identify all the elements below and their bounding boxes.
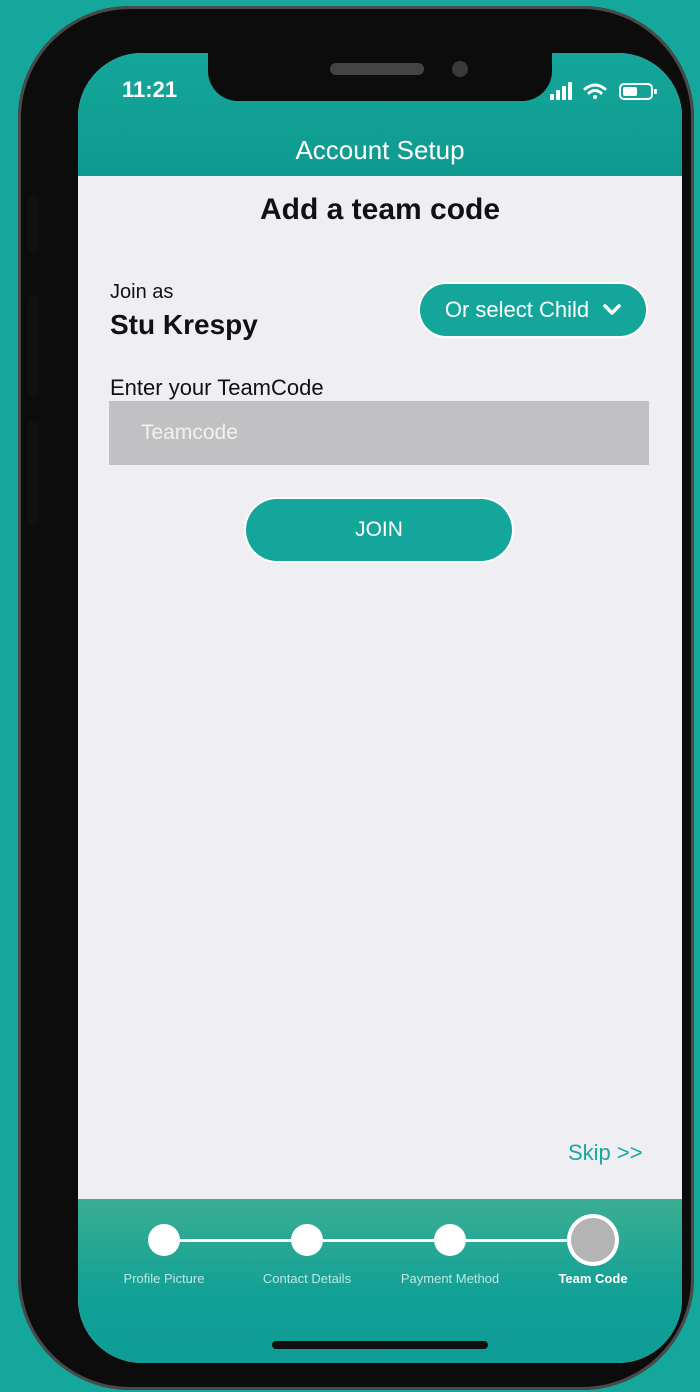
mute-switch [27,196,39,252]
screen: 11:21 Account Setup Add a team code Join… [78,53,682,1363]
join-as-label: Join as [110,281,174,303]
page-title: Add a team code [259,193,501,226]
status-time: 11:21 [122,77,178,102]
wifi-icon [583,83,607,99]
progress-stepper: Profile Picture Contact Details Payment … [78,1199,682,1363]
volume-down-button [27,421,39,525]
step-dot-team-code[interactable] [571,1218,615,1262]
speaker-grille [330,63,424,75]
step-label-profile-picture: Profile Picture [123,1271,205,1286]
battery-icon [619,83,657,100]
teamcode-label: Enter your TeamCode [110,375,324,400]
select-child-label: Or select Child [444,297,590,322]
notch [208,53,552,101]
chevron-down-icon [603,304,621,315]
step-dot-contact-details[interactable] [291,1224,323,1256]
step-label-contact-details: Contact Details [262,1271,352,1286]
select-child-dropdown[interactable]: Or select Child [420,284,646,336]
header-bar: 11:21 Account Setup [78,53,682,176]
stepper-line [164,1239,594,1242]
join-button[interactable]: JOIN [246,499,512,561]
phone-frame: 11:21 Account Setup Add a team code Join… [18,6,694,1390]
step-label-team-code: Team Code [558,1271,628,1286]
skip-link[interactable]: Skip >> [568,1140,643,1166]
join-button-label: JOIN [355,518,403,541]
step-label-payment-method: Payment Method [400,1271,500,1286]
teamcode-input[interactable] [109,401,649,465]
home-indicator [272,1341,488,1349]
step-dot-payment-method[interactable] [434,1224,466,1256]
header-title: Account Setup [295,135,465,165]
step-dot-profile-picture[interactable] [148,1224,180,1256]
volume-up-button [27,296,39,396]
signal-icon [550,82,572,100]
front-camera [452,61,468,77]
user-name: Stu Krespy [110,309,258,340]
status-icons [550,82,657,100]
